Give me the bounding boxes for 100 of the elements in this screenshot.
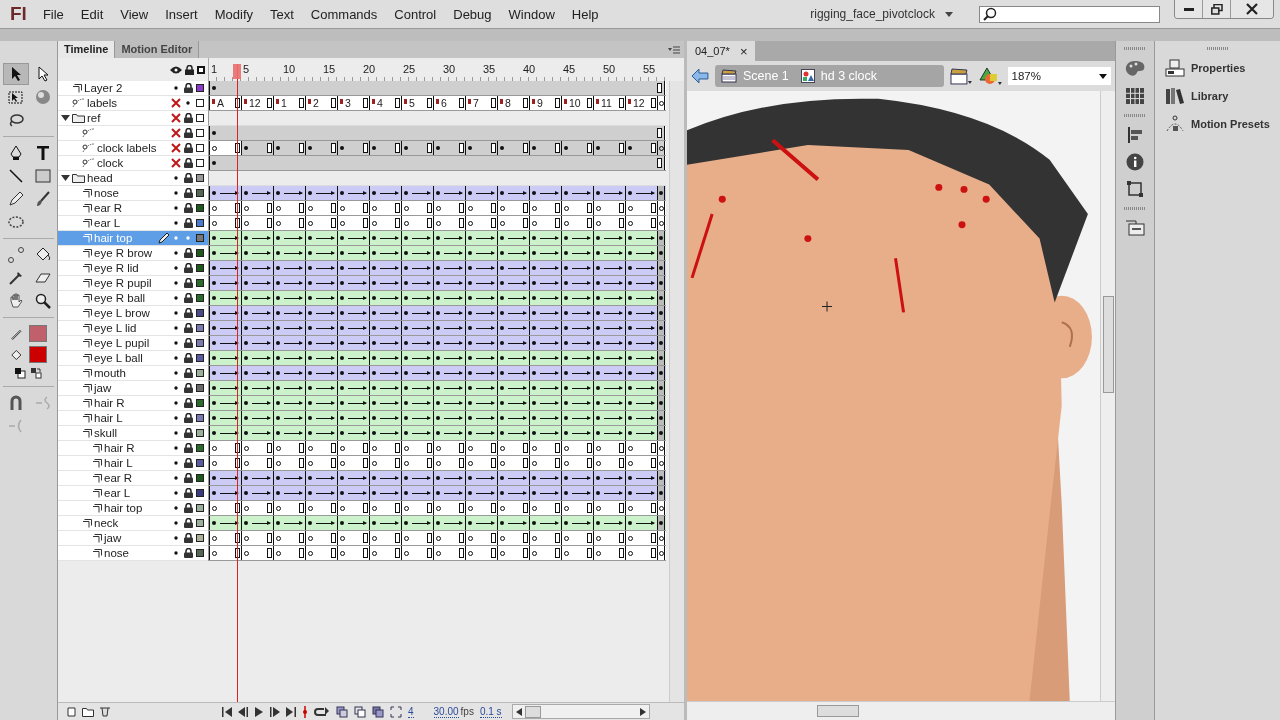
- outline-color-square[interactable]: [196, 99, 204, 107]
- hidden-icon[interactable]: [171, 113, 181, 123]
- layer-row[interactable]: neck: [58, 516, 208, 531]
- outline-color-square[interactable]: [196, 324, 204, 332]
- unlocked-dot-icon[interactable]: [186, 236, 190, 240]
- outline-color-square[interactable]: [196, 489, 204, 497]
- visible-dot-icon[interactable]: [174, 431, 178, 435]
- lock-icon[interactable]: [183, 368, 193, 378]
- outline-color-square[interactable]: [196, 414, 204, 422]
- frame-rate[interactable]: 30.00: [433, 705, 459, 718]
- align-icon[interactable]: [1127, 127, 1143, 143]
- zoom-dropdown[interactable]: 187%: [1007, 67, 1111, 85]
- restore-button[interactable]: [1203, 0, 1231, 18]
- lock-icon[interactable]: [183, 413, 193, 423]
- new-folder-icon[interactable]: [82, 706, 94, 717]
- edit-symbols-icon[interactable]: [977, 66, 1002, 86]
- layer-row[interactable]: Layer 2: [58, 81, 208, 96]
- visible-dot-icon[interactable]: [174, 506, 178, 510]
- default-colors-icon[interactable]: [14, 367, 26, 379]
- lock-icon[interactable]: [183, 353, 193, 363]
- menu-item[interactable]: Window: [508, 6, 555, 22]
- lock-icon[interactable]: [183, 533, 193, 543]
- outline-color-square[interactable]: [196, 114, 204, 122]
- layer-row[interactable]: ear L: [58, 216, 208, 231]
- unlocked-dot-icon[interactable]: [186, 101, 190, 105]
- outline-color-square[interactable]: [196, 144, 204, 152]
- fill-color-swatch[interactable]: [28, 346, 47, 363]
- layer-row[interactable]: hair L: [58, 411, 208, 426]
- layer-row[interactable]: mouth: [58, 366, 208, 381]
- outline-color-square[interactable]: [196, 249, 204, 257]
- panel-item[interactable]: Properties: [1155, 54, 1280, 82]
- close-tab-button[interactable]: ×: [739, 43, 748, 59]
- visible-dot-icon[interactable]: [174, 446, 178, 450]
- layer-row[interactable]: [58, 126, 208, 141]
- layer-row[interactable]: ear R: [58, 201, 208, 216]
- outline-color-square[interactable]: [196, 474, 204, 482]
- first-frame-icon[interactable]: [222, 706, 232, 717]
- menu-item[interactable]: View: [120, 6, 149, 22]
- outline-color-square[interactable]: [196, 534, 204, 542]
- outline-color-square[interactable]: [196, 504, 204, 512]
- scroll-thumb[interactable]: [524, 705, 541, 718]
- visible-dot-icon[interactable]: [174, 491, 178, 495]
- layer-row[interactable]: nose: [58, 546, 208, 561]
- visible-dot-icon[interactable]: [174, 266, 178, 270]
- playhead[interactable]: [233, 64, 241, 702]
- layer-row[interactable]: labels: [58, 96, 208, 111]
- info-icon[interactable]: [1126, 153, 1144, 171]
- menu-item[interactable]: Edit: [80, 6, 104, 22]
- visible-dot-icon[interactable]: [174, 356, 178, 360]
- outline-color-square[interactable]: [196, 444, 204, 452]
- layer-row[interactable]: head: [58, 171, 208, 186]
- visible-dot-icon[interactable]: [174, 401, 178, 405]
- lock-icon[interactable]: [183, 218, 193, 228]
- layer-row[interactable]: ear R: [58, 471, 208, 486]
- visible-dot-icon[interactable]: [174, 236, 178, 240]
- last-frame-icon[interactable]: [286, 706, 296, 717]
- lock-icon[interactable]: [183, 473, 193, 483]
- outline-color-square[interactable]: [196, 279, 204, 287]
- hidden-icon[interactable]: [171, 98, 181, 108]
- frame-ruler[interactable]: 1 5 10 15 20 25 30 35 40 45 50 55: [208, 58, 667, 81]
- panel-menu-icon[interactable]: [668, 45, 680, 54]
- lock-icon[interactable]: [183, 458, 193, 468]
- lock-icon[interactable]: [183, 158, 193, 168]
- lock-icon[interactable]: [183, 488, 193, 498]
- outline-color-square[interactable]: [196, 204, 204, 212]
- outline-color-square[interactable]: [196, 339, 204, 347]
- layer-row[interactable]: eye L pupil: [58, 336, 208, 351]
- layer-row[interactable]: eye L lid: [58, 321, 208, 336]
- loop-icon[interactable]: [314, 706, 330, 717]
- panel-item[interactable]: Motion Presets: [1155, 110, 1280, 138]
- lock-icon[interactable]: [183, 278, 193, 288]
- outline-color-square[interactable]: [196, 549, 204, 557]
- panel-item[interactable]: Library: [1155, 82, 1280, 110]
- selection-tool-icon[interactable]: [3, 63, 29, 85]
- onion-markers-icon[interactable]: [390, 705, 402, 718]
- outline-color-square[interactable]: [196, 369, 204, 377]
- close-button[interactable]: [1231, 0, 1273, 18]
- lock-icon[interactable]: [183, 503, 193, 513]
- trash-icon[interactable]: [100, 706, 110, 717]
- layer-row[interactable]: jaw: [58, 381, 208, 396]
- outline-color-square[interactable]: [196, 174, 204, 182]
- outline-color-square[interactable]: [196, 354, 204, 362]
- edit-scene-icon[interactable]: [949, 67, 972, 85]
- hidden-icon[interactable]: [171, 158, 181, 168]
- document-tab[interactable]: 04_07* ×: [687, 41, 756, 61]
- visible-dot-icon[interactable]: [174, 86, 178, 90]
- visible-dot-icon[interactable]: [174, 371, 178, 375]
- workspace-switcher[interactable]: rigging_face_pivotclock: [810, 7, 953, 21]
- lock-icon[interactable]: [183, 248, 193, 258]
- layer-row[interactable]: eye R lid: [58, 261, 208, 276]
- outline-color-square[interactable]: [196, 384, 204, 392]
- lock-icon[interactable]: [183, 308, 193, 318]
- layer-row[interactable]: eye R ball: [58, 291, 208, 306]
- lock-icon[interactable]: [185, 64, 194, 75]
- visible-dot-icon[interactable]: [174, 536, 178, 540]
- layer-row[interactable]: clock: [58, 156, 208, 171]
- visible-dot-icon[interactable]: [174, 221, 178, 225]
- lock-icon[interactable]: [183, 203, 193, 213]
- play-icon[interactable]: [254, 706, 264, 717]
- components-icon[interactable]: [1125, 220, 1145, 236]
